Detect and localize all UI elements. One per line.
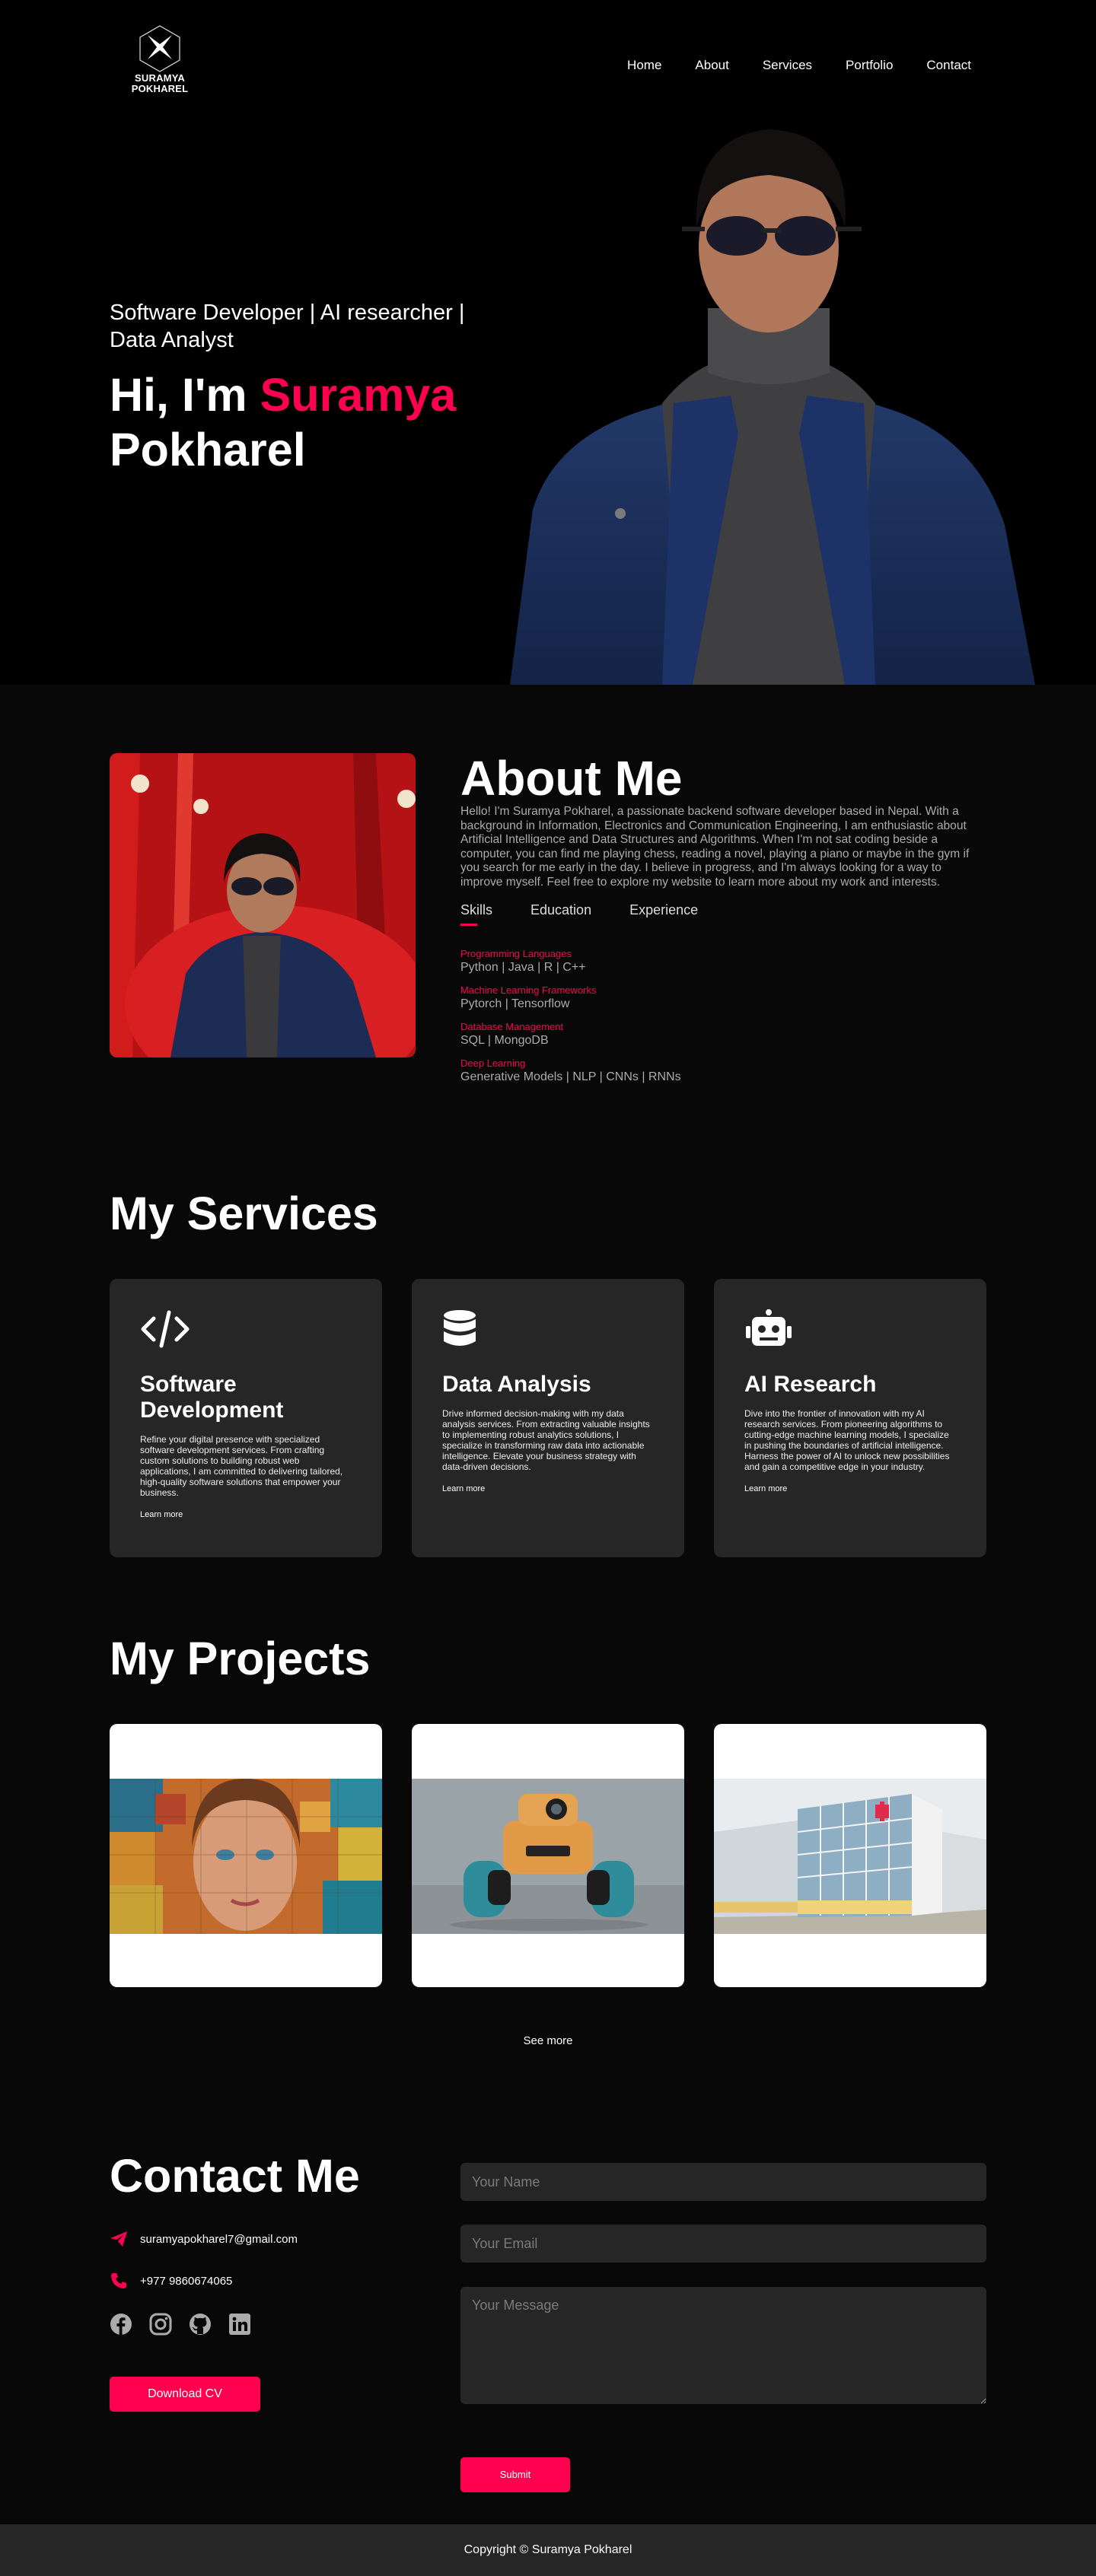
project-image-robot-car xyxy=(412,1779,684,1934)
about-tabs: Skills Education Experience xyxy=(460,902,698,926)
skill-category: Deep Learning xyxy=(460,1057,526,1069)
project-card[interactable] xyxy=(110,1724,382,1987)
service-description: Dive into the frontier of innovation wit… xyxy=(744,1408,950,1472)
project-card[interactable] xyxy=(714,1724,986,1987)
contact-email[interactable]: suramyapokharel7@gmail.com xyxy=(140,2233,298,2246)
hero-greeting: Hi, I'm xyxy=(110,369,260,421)
about-portrait-image xyxy=(110,753,416,1057)
skill-category: Machine Learning Frameworks xyxy=(460,984,597,996)
contact-email-row: suramyapokharel7@gmail.com xyxy=(110,2231,298,2247)
projects-title: My Projects xyxy=(110,1633,371,1684)
skill-item: Database Management SQL | MongoDB xyxy=(460,1021,681,1048)
social-links xyxy=(110,2313,251,2336)
project-card[interactable] xyxy=(412,1724,684,1987)
logo-text: SURAMYA POKHAREL xyxy=(122,73,198,94)
main-nav: Home About Services Portfolio Contact xyxy=(627,58,971,73)
logo-emblem-icon xyxy=(139,25,180,72)
hero-surname: Pokharel xyxy=(110,424,306,475)
skill-value: SQL | MongoDB xyxy=(460,1034,549,1047)
learn-more-link[interactable]: Learn more xyxy=(140,1510,183,1519)
service-card-ai-research: AI Research Dive into the frontier of in… xyxy=(714,1279,986,1557)
hero-portrait-image xyxy=(510,129,1035,685)
services-title: My Services xyxy=(110,1188,378,1239)
download-cv-button[interactable]: Download CV xyxy=(110,2377,260,2412)
skill-value: Pytorch | Tensorflow xyxy=(460,997,570,1010)
service-name: AI Research xyxy=(744,1372,877,1397)
service-description: Drive informed decision-making with my d… xyxy=(442,1408,650,1472)
skill-category: Programming Languages xyxy=(460,948,572,959)
service-card-data-analysis: Data Analysis Drive informed decision-ma… xyxy=(412,1279,684,1557)
learn-more-link[interactable]: Learn more xyxy=(442,1484,485,1493)
facebook-icon[interactable] xyxy=(110,2313,132,2336)
database-icon xyxy=(442,1309,654,1349)
footer: Copyright © Suramya Pokharel xyxy=(0,2524,1096,2576)
site-logo[interactable]: SURAMYA POKHAREL xyxy=(122,23,198,114)
service-card-software: Software Development Refine your digital… xyxy=(110,1279,382,1557)
email-input[interactable] xyxy=(460,2225,986,2263)
robot-icon xyxy=(744,1309,956,1349)
nav-portfolio[interactable]: Portfolio xyxy=(846,58,893,73)
paper-plane-icon xyxy=(110,2231,127,2247)
skill-value: Python | Java | R | C++ xyxy=(460,961,586,974)
see-more-link[interactable]: See more xyxy=(0,2034,1096,2047)
contact-title: Contact Me xyxy=(110,2150,360,2202)
contact-phone[interactable]: +977 9860674065 xyxy=(140,2275,232,2288)
skill-value: Generative Models | NLP | CNNs | RNNs xyxy=(460,1070,681,1083)
skills-list: Programming Languages Python | Java | R … xyxy=(460,948,681,1094)
hero-name-highlight: Suramya xyxy=(260,369,457,421)
copyright-text: Copyright © Suramya Pokharel xyxy=(464,2543,632,2556)
contact-phone-row: +977 9860674065 xyxy=(110,2272,232,2290)
nav-contact[interactable]: Contact xyxy=(926,58,971,73)
tab-skills[interactable]: Skills xyxy=(460,902,492,926)
learn-more-link[interactable]: Learn more xyxy=(744,1484,787,1493)
project-image-puzzle-portrait xyxy=(110,1779,382,1934)
instagram-icon[interactable] xyxy=(149,2313,172,2336)
nav-home[interactable]: Home xyxy=(627,58,661,73)
message-textarea[interactable] xyxy=(460,2287,986,2404)
service-name: Data Analysis xyxy=(442,1372,591,1397)
logo-line1: SURAMYA xyxy=(135,72,185,84)
nav-about[interactable]: About xyxy=(695,58,728,73)
submit-button[interactable]: Submit xyxy=(460,2457,570,2492)
about-title: About Me xyxy=(460,751,683,806)
logo-line2: POKHAREL xyxy=(131,83,189,94)
tab-experience[interactable]: Experience xyxy=(629,902,698,926)
skill-item: Programming Languages Python | Java | R … xyxy=(460,948,681,975)
phone-icon xyxy=(111,2273,126,2288)
nav-services[interactable]: Services xyxy=(763,58,812,73)
skill-category: Database Management xyxy=(460,1021,564,1032)
hero-title: Hi, I'm Suramya Pokharel xyxy=(110,367,536,477)
skill-item: Machine Learning Frameworks Pytorch | Te… xyxy=(460,984,681,1011)
hero-subtitle: Software Developer | AI researcher | Dat… xyxy=(110,301,465,352)
about-description: Hello! I'm Suramya Pokharel, a passionat… xyxy=(460,805,970,889)
service-name: Software Development xyxy=(140,1372,284,1423)
service-description: Refine your digital presence with specia… xyxy=(140,1434,343,1498)
linkedin-icon[interactable] xyxy=(228,2313,251,2336)
project-image-hospital-building xyxy=(714,1779,986,1934)
name-input[interactable] xyxy=(460,2163,986,2201)
github-icon[interactable] xyxy=(189,2313,212,2336)
skill-item: Deep Learning Generative Models | NLP | … xyxy=(460,1057,681,1084)
tab-education[interactable]: Education xyxy=(530,902,591,926)
hero-section: SURAMYA POKHAREL Home About Services Por… xyxy=(0,0,1096,685)
code-icon xyxy=(140,1309,352,1349)
